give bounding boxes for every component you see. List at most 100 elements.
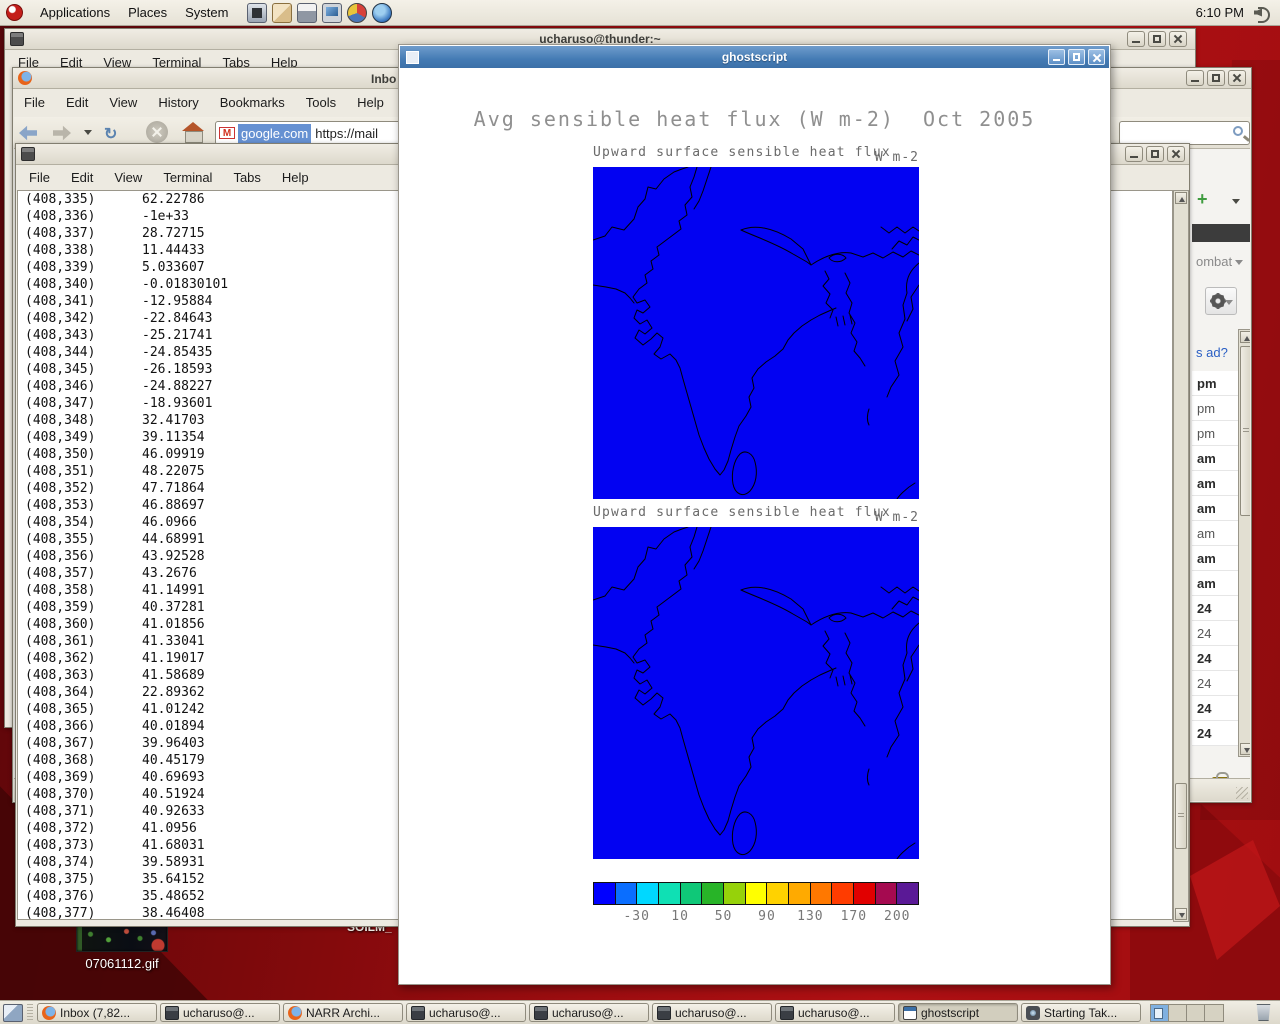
- menu-item[interactable]: Edit: [66, 168, 98, 187]
- ghostscript-titlebar[interactable]: ghostscript: [400, 46, 1109, 68]
- menu-system[interactable]: System: [176, 2, 237, 23]
- maximize-button[interactable]: [1146, 146, 1164, 162]
- panel-launcher-icon[interactable]: [372, 3, 392, 23]
- panel-launcher-icon[interactable]: [272, 3, 292, 23]
- search-icon[interactable]: [1233, 126, 1243, 136]
- terminal2-scrollbar[interactable]: [1173, 190, 1189, 922]
- taskbar-window-button[interactable]: ghostscript: [898, 1003, 1018, 1022]
- menu-item[interactable]: Terminal: [158, 168, 217, 187]
- forward-button[interactable]: [50, 121, 74, 145]
- menu-item[interactable]: File: [19, 93, 50, 112]
- firefox-title: Inbo: [371, 72, 399, 86]
- mail-scrollbar[interactable]: [1238, 329, 1250, 757]
- mail-row-time[interactable]: am: [1192, 446, 1238, 471]
- mail-row-time[interactable]: pm: [1192, 421, 1238, 446]
- minimize-button[interactable]: [1186, 70, 1204, 86]
- mail-row-time[interactable]: am: [1192, 471, 1238, 496]
- menu-item[interactable]: File: [24, 168, 55, 187]
- taskbar-window-button[interactable]: ucharuso@...: [652, 1003, 772, 1022]
- scrollbar-thumb[interactable]: [1175, 783, 1187, 849]
- menu-item[interactable]: Bookmarks: [215, 93, 290, 112]
- mail-row-time[interactable]: am: [1192, 496, 1238, 521]
- panel-launcher-icon[interactable]: [347, 3, 367, 23]
- mail-row-time[interactable]: am: [1192, 571, 1238, 596]
- workspace-3[interactable]: [1187, 1005, 1205, 1021]
- taskbar-window-button[interactable]: ucharuso@...: [160, 1003, 280, 1022]
- menu-item[interactable]: Edit: [61, 93, 93, 112]
- mail-row-time[interactable]: am: [1192, 546, 1238, 571]
- close-button[interactable]: [1169, 31, 1187, 47]
- mail-row-time[interactable]: 24: [1192, 646, 1238, 671]
- workspace-1[interactable]: [1151, 1005, 1169, 1021]
- mail-row-time[interactable]: 24: [1192, 671, 1238, 696]
- mail-row-time[interactable]: pm: [1192, 396, 1238, 421]
- search-input[interactable]: [1119, 121, 1250, 145]
- taskbar-window-button[interactable]: ucharuso@...: [775, 1003, 895, 1022]
- grid-coordinate: (408,345): [18, 361, 142, 378]
- taskbar-window-button[interactable]: Inbox (7,82...: [37, 1003, 157, 1022]
- taskbar-window-button[interactable]: NARR Archi...: [283, 1003, 403, 1022]
- mail-row-time[interactable]: 24: [1192, 721, 1238, 746]
- mail-row-list: pmpmpmamamamamamam242424242424: [1192, 371, 1238, 746]
- stop-icon[interactable]: [146, 121, 168, 143]
- panel-launcher-icon[interactable]: [297, 3, 317, 23]
- scroll-up-arrow[interactable]: [1175, 192, 1187, 204]
- menu-item[interactable]: Help: [277, 168, 314, 187]
- workspace-4[interactable]: [1205, 1005, 1223, 1021]
- volume-icon[interactable]: [1254, 5, 1272, 21]
- grid-coordinate: (408,357): [18, 565, 142, 582]
- ad-link[interactable]: s ad?: [1196, 345, 1228, 360]
- clock[interactable]: 6:10 PM: [1196, 5, 1244, 20]
- nav-dropdown-icon[interactable]: [84, 130, 92, 135]
- workspace-2[interactable]: [1169, 1005, 1187, 1021]
- panel-launcher-icon[interactable]: [322, 3, 342, 23]
- menu-item[interactable]: Tools: [301, 93, 341, 112]
- close-button[interactable]: [1088, 49, 1105, 65]
- mail-row-time[interactable]: 24: [1192, 696, 1238, 721]
- workspace-switcher[interactable]: [1150, 1004, 1224, 1022]
- menu-item[interactable]: History: [153, 93, 203, 112]
- grid-value: 39.11354: [142, 430, 205, 445]
- scroll-down-arrow[interactable]: [1175, 908, 1187, 920]
- resize-grip[interactable]: [1236, 787, 1248, 799]
- show-desktop-icon[interactable]: [3, 1004, 23, 1022]
- colorbar-segment: [810, 882, 832, 905]
- scrollbar-thumb[interactable]: [1240, 346, 1250, 516]
- taskbar-window-button[interactable]: ucharuso@...: [529, 1003, 649, 1022]
- menu-item[interactable]: View: [109, 168, 147, 187]
- maximize-button[interactable]: [1207, 70, 1225, 86]
- menu-places[interactable]: Places: [119, 2, 176, 23]
- close-button[interactable]: [1167, 146, 1185, 162]
- tab-list-dropdown-icon[interactable]: [1232, 199, 1240, 204]
- taskbar-window-button[interactable]: Starting Tak...: [1021, 1003, 1141, 1022]
- minimize-button[interactable]: [1127, 31, 1145, 47]
- back-button[interactable]: [16, 121, 40, 145]
- mail-row-time[interactable]: pm: [1192, 371, 1238, 396]
- panel-launcher-icon[interactable]: [247, 3, 267, 23]
- minimize-button[interactable]: [1048, 49, 1065, 65]
- menu-item[interactable]: View: [104, 93, 142, 112]
- url-bar[interactable]: M google.com https://mail: [215, 121, 401, 145]
- menu-item[interactable]: Help: [352, 93, 389, 112]
- scroll-down-arrow[interactable]: [1240, 743, 1250, 755]
- new-tab-plus-icon[interactable]: +: [1197, 189, 1208, 210]
- grid-coordinate: (408,365): [18, 701, 142, 718]
- trash-icon[interactable]: [1255, 1004, 1272, 1021]
- menu-item[interactable]: Tabs: [228, 168, 265, 187]
- desktop-icon-gif[interactable]: 07061112.gif: [76, 922, 168, 971]
- heat-flux-plot: Upward surface sensible heat flux W m-2: [593, 505, 919, 859]
- scroll-up-arrow[interactable]: [1240, 331, 1250, 343]
- minimize-button[interactable]: [1125, 146, 1143, 162]
- maximize-button[interactable]: [1068, 49, 1085, 65]
- mail-row-time[interactable]: 24: [1192, 596, 1238, 621]
- mail-row-time[interactable]: am: [1192, 521, 1238, 546]
- mail-row-time[interactable]: 24: [1192, 621, 1238, 646]
- redhat-menu-icon[interactable]: [6, 4, 23, 21]
- close-button[interactable]: [1228, 70, 1246, 86]
- taskbar-window-button[interactable]: ucharuso@...: [406, 1003, 526, 1022]
- menu-applications[interactable]: Applications: [31, 2, 119, 23]
- colorbar-segment: [875, 882, 897, 905]
- maximize-button[interactable]: [1148, 31, 1166, 47]
- home-icon[interactable]: [182, 122, 204, 142]
- gear-button[interactable]: [1205, 287, 1237, 315]
